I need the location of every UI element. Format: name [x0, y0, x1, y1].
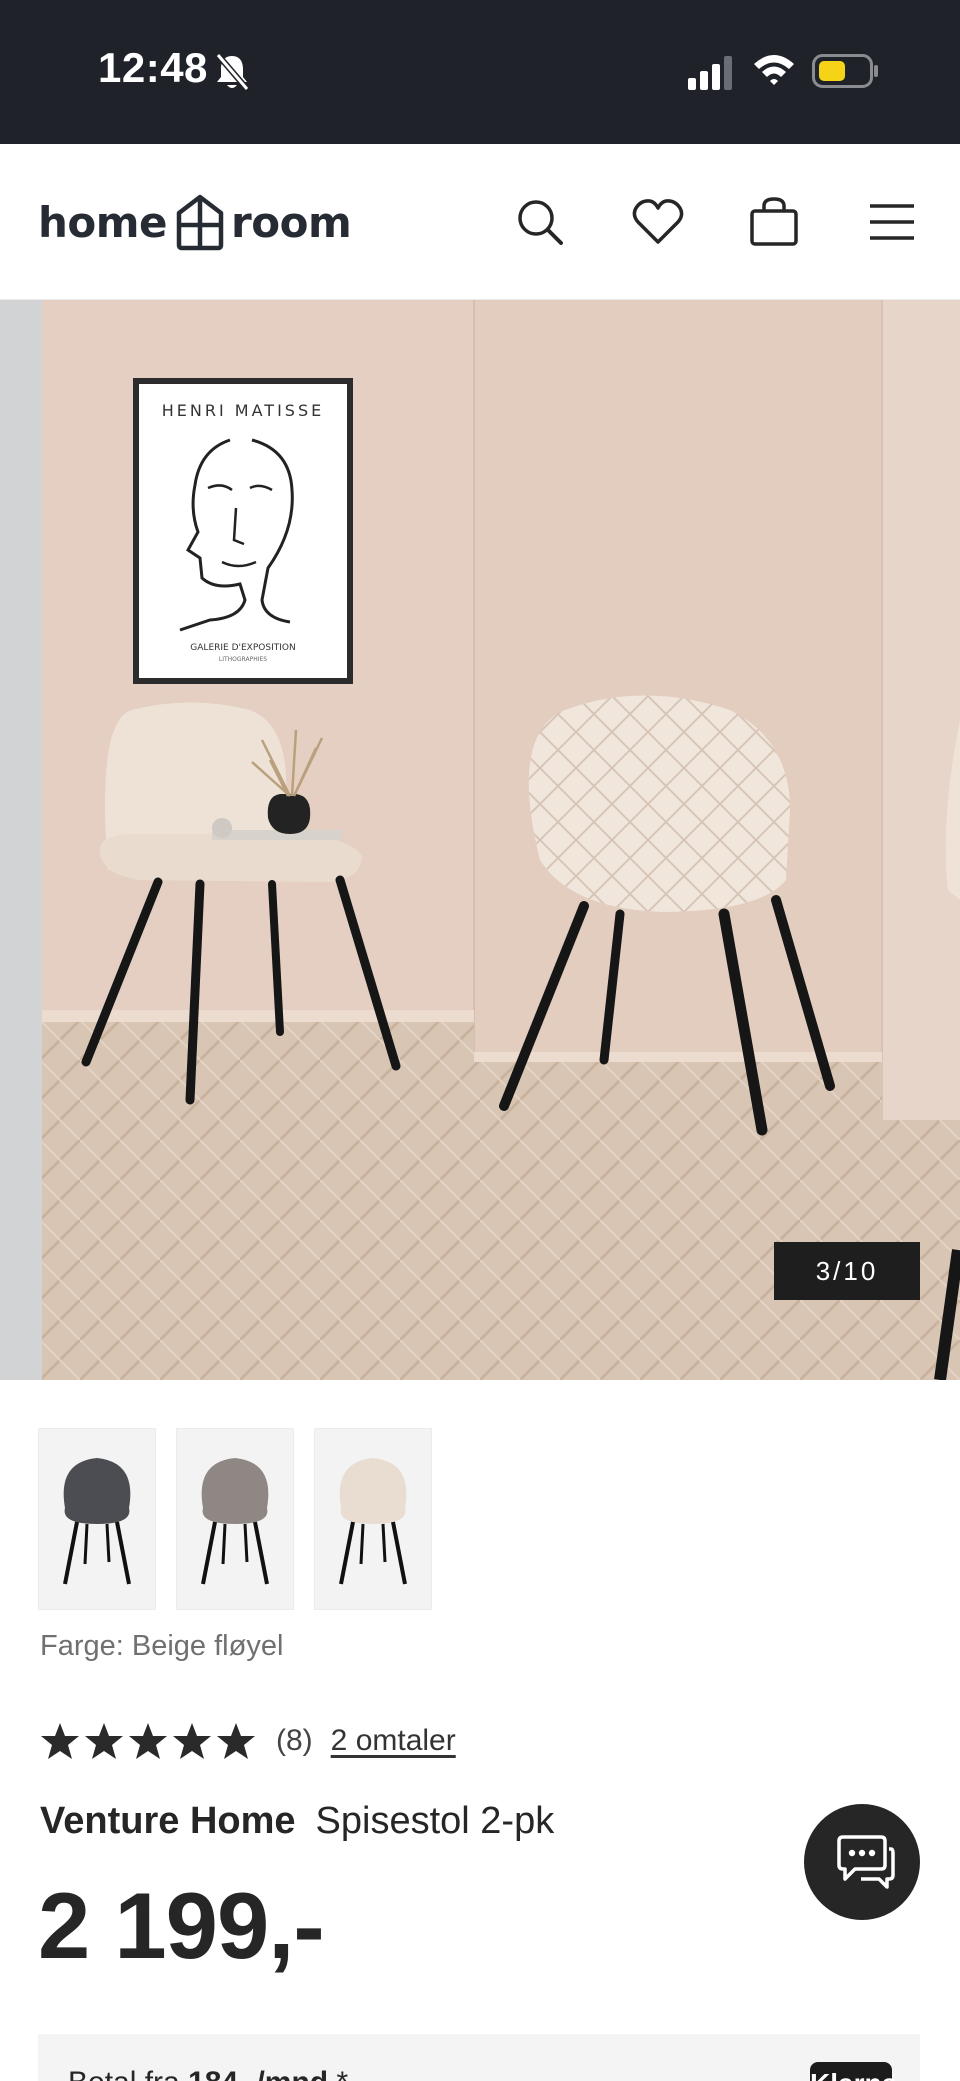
menu-icon[interactable]: [862, 192, 922, 252]
home-room-logo[interactable]: home room: [38, 190, 352, 254]
chair-taupe-image: [201, 1458, 269, 1585]
chair-beige-image: [339, 1458, 407, 1585]
star-icon: [129, 1723, 167, 1759]
battery-icon: [812, 54, 878, 88]
variant-thumb-beige[interactable]: [314, 1428, 432, 1610]
klarna-prefix: Betal fra: [68, 2066, 188, 2081]
star-rating: [40, 1722, 256, 1760]
poster-caption: GALERIE D'EXPOSITION: [190, 643, 295, 653]
reviews-link[interactable]: 2 omtaler: [331, 1724, 456, 1758]
product-brand[interactable]: Venture Home: [40, 1800, 296, 1842]
product-price: 2 199,-: [38, 1873, 325, 1978]
klarna-installment-box[interactable]: Betal fra 184,-/mnd * Klarna: [38, 2034, 920, 2081]
product-title: Venture Home Spisestol 2-pk: [40, 1800, 554, 1843]
rating-count: (8): [276, 1724, 313, 1757]
status-time: 12:48: [98, 44, 208, 91]
chat-button[interactable]: [804, 1804, 920, 1920]
star-icon: [85, 1723, 123, 1759]
search-icon[interactable]: [510, 192, 570, 252]
variant-thumbnails: [38, 1428, 432, 1610]
poster-title: HENRI MATISSE: [162, 401, 324, 420]
rating-row: (8) 2 omtaler: [40, 1717, 456, 1765]
site-header: home room: [0, 144, 960, 300]
selected-color-label: Farge: Beige fløyel: [40, 1630, 284, 1662]
star-icon: [173, 1723, 211, 1759]
heart-icon[interactable]: [628, 192, 688, 252]
chat-icon: [837, 1835, 895, 1889]
klarna-suffix: *: [328, 2066, 348, 2081]
star-icon: [41, 1723, 79, 1759]
star-icon: [217, 1723, 255, 1759]
bell-off-icon: [215, 53, 250, 91]
poster-subcaption: LITHOGRAPHIES: [219, 656, 267, 663]
image-counter: 3/10: [774, 1242, 920, 1300]
klarna-text: Betal fra 184,-/mnd *: [68, 2066, 348, 2081]
logo-text-room: room: [231, 197, 352, 247]
klarna-logo: Klarna: [810, 2062, 897, 2081]
cellular-signal-icon: [688, 56, 732, 90]
chair-grey-image: [63, 1458, 131, 1585]
variant-thumb-grey[interactable]: [38, 1428, 156, 1610]
product-name: Spisestol 2-pk: [315, 1800, 555, 1842]
variant-thumb-taupe[interactable]: [176, 1428, 294, 1610]
shopping-bag-icon[interactable]: [744, 192, 804, 252]
logo-text-home: home: [38, 197, 168, 247]
wifi-icon: [754, 55, 794, 85]
product-image-gallery[interactable]: HENRI MATISSE GALERIE D'EXPOSITION LITHO…: [0, 300, 960, 1380]
status-bar: 12:48: [0, 0, 960, 144]
klarna-amount: 184,-/mnd: [188, 2066, 328, 2081]
house-logo-icon: [176, 194, 224, 251]
product-photo: HENRI MATISSE GALERIE D'EXPOSITION LITHO…: [0, 300, 960, 1380]
